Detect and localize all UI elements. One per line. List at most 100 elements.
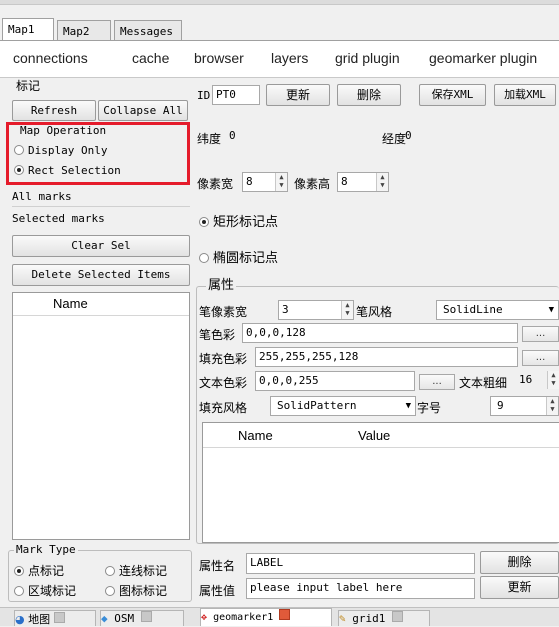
tab-geomarker1[interactable]: ✥ geomarker1 <box>200 608 332 626</box>
marks-list[interactable]: Name <box>12 292 190 540</box>
pen-style-label: 笔风格 <box>356 305 393 319</box>
pen-width-label: 笔像素宽 <box>199 305 248 319</box>
collapse-all-button[interactable]: Collapse All <box>98 100 188 121</box>
tab-label: Map2 <box>63 25 90 38</box>
close-icon[interactable] <box>392 611 403 622</box>
line-mark-radio[interactable]: 连线标记 <box>105 562 167 579</box>
rect-marker-radio[interactable]: 矩形标记点 <box>199 211 278 230</box>
spinbox-value: 8 <box>246 175 253 188</box>
map-operation-title: Map Operation <box>20 124 107 137</box>
property-value-input[interactable]: please input label here <box>246 578 475 599</box>
font-size-label: 字号 <box>417 401 442 415</box>
close-icon[interactable] <box>279 609 291 620</box>
property-delete-button[interactable]: 删除 <box>480 551 559 574</box>
spin-arrows-icon[interactable]: ▲ ▼ <box>546 397 558 415</box>
save-xml-button[interactable]: 保存XML <box>419 84 486 106</box>
pen-color-input[interactable]: 0,0,0,128 <box>242 323 518 343</box>
tab-cache[interactable]: cache <box>132 50 169 66</box>
delete-selected-button[interactable]: Delete Selected Items <box>12 264 190 286</box>
all-marks-item[interactable]: All marks <box>12 190 190 207</box>
load-xml-button[interactable]: 加载XML <box>494 84 556 106</box>
id-input[interactable]: PT0 <box>212 85 260 105</box>
pen-color-label: 笔色彩 <box>199 328 236 342</box>
radio-icon <box>14 586 24 596</box>
window-top-edge <box>0 0 559 5</box>
globe-icon: ◕ <box>15 613 25 626</box>
dropdown-arrow-icon: ▼ <box>548 305 554 315</box>
dropdown-arrow-icon: ▼ <box>405 401 411 411</box>
value-column-header[interactable]: Value <box>358 428 390 443</box>
radio-label: Display Only <box>28 144 108 157</box>
point-mark-radio[interactable]: 点标记 <box>14 562 64 579</box>
mark-type-title: Mark Type <box>14 543 78 556</box>
rect-selection-radio[interactable]: Rect Selection <box>14 164 121 177</box>
radio-label: 椭圆标记点 <box>213 251 279 266</box>
tab-label: Messages <box>120 25 173 38</box>
name-column-header[interactable]: Name <box>13 293 189 316</box>
pixel-width-spinbox[interactable]: 8 ▲ ▼ <box>242 172 288 192</box>
text-color-picker-button[interactable]: ... <box>419 374 455 390</box>
tab-map[interactable]: ◕ 地图 <box>14 610 96 626</box>
radio-label: 点标记 <box>28 564 65 578</box>
spin-arrows-icon[interactable]: ▲ ▼ <box>275 173 287 191</box>
longitude-input[interactable]: 0 <box>402 127 556 147</box>
radio-icon <box>105 566 115 576</box>
pixel-height-label: 像素高 <box>294 177 331 191</box>
tab-label: 地图 <box>28 613 51 626</box>
display-only-radio[interactable]: Display Only <box>14 144 107 157</box>
text-weight-spinbox[interactable]: 16 ▲ ▼ <box>516 371 559 391</box>
ellipse-marker-radio[interactable]: 椭圆标记点 <box>199 247 278 266</box>
pixel-height-spinbox[interactable]: 8 ▲ ▼ <box>337 172 389 192</box>
spin-arrows-icon[interactable]: ▲ ▼ <box>376 173 388 191</box>
radio-checked-icon <box>14 566 24 576</box>
tab-browser[interactable]: browser <box>194 50 244 66</box>
tab-osm[interactable]: ◆ OSM <box>100 610 184 626</box>
tab-grid1[interactable]: ✎ grid1 <box>338 610 430 626</box>
tab-grid-plugin[interactable]: grid plugin <box>335 50 400 66</box>
update-button[interactable]: 更新 <box>266 84 330 106</box>
attributes-title: 属性 <box>206 278 237 293</box>
tab-layers[interactable]: layers <box>271 50 308 66</box>
select-value: SolidLine <box>443 303 503 316</box>
radio-icon <box>105 586 115 596</box>
font-size-spinbox[interactable]: 9 ▲ ▼ <box>490 396 559 416</box>
spinbox-value: 9 <box>497 399 504 412</box>
region-mark-radio[interactable]: 区域标记 <box>14 582 76 599</box>
spin-arrows-icon[interactable]: ▲ ▼ <box>547 371 559 389</box>
spinbox-value: 8 <box>341 175 348 188</box>
text-color-input[interactable]: 0,0,0,255 <box>255 371 415 391</box>
close-icon[interactable] <box>140 611 152 622</box>
radio-icon <box>14 145 24 155</box>
tab-connections[interactable]: connections <box>13 50 88 66</box>
latitude-input[interactable]: 0 <box>226 127 376 147</box>
pen-style-select[interactable]: SolidLine ▼ <box>436 300 559 320</box>
pen-color-picker-button[interactable]: ... <box>522 326 559 342</box>
marker-group-title: 标记 <box>14 79 43 93</box>
fill-color-label: 填充色彩 <box>199 352 248 366</box>
tab-map1[interactable]: Map1 <box>2 18 54 40</box>
property-name-input[interactable]: LABEL <box>246 553 475 574</box>
tab-label: OSM <box>114 612 135 625</box>
geomarker-icon: ✥ <box>201 612 208 623</box>
close-icon[interactable] <box>53 612 65 623</box>
fill-style-select[interactable]: SolidPattern ▼ <box>270 396 416 416</box>
name-column-header[interactable]: Name <box>238 428 273 443</box>
spin-arrows-icon[interactable]: ▲ ▼ <box>341 301 353 319</box>
attributes-table[interactable]: Name Value <box>202 422 559 543</box>
icon-mark-radio[interactable]: 图标标记 <box>105 582 167 599</box>
tab-map2[interactable]: Map2 <box>57 20 111 40</box>
pen-width-spinbox[interactable]: 3 ▲ ▼ <box>278 300 354 320</box>
tab-geomarker-plugin[interactable]: geomarker plugin <box>429 50 537 66</box>
fill-color-input[interactable]: 255,255,255,128 <box>255 347 518 367</box>
selected-marks-item[interactable]: Selected marks <box>12 212 105 225</box>
property-update-button[interactable]: 更新 <box>480 576 559 599</box>
pencil-icon: ✎ <box>339 612 346 625</box>
spinbox-value: 3 <box>282 303 289 316</box>
fill-color-picker-button[interactable]: ... <box>522 350 559 366</box>
tab-messages[interactable]: Messages <box>114 20 182 40</box>
delete-button[interactable]: 删除 <box>337 84 401 106</box>
refresh-button[interactable]: Refresh <box>12 100 96 121</box>
clear-sel-button[interactable]: Clear Sel <box>12 235 190 257</box>
select-value: SolidPattern <box>277 399 357 412</box>
radio-label: Rect Selection <box>28 164 121 177</box>
